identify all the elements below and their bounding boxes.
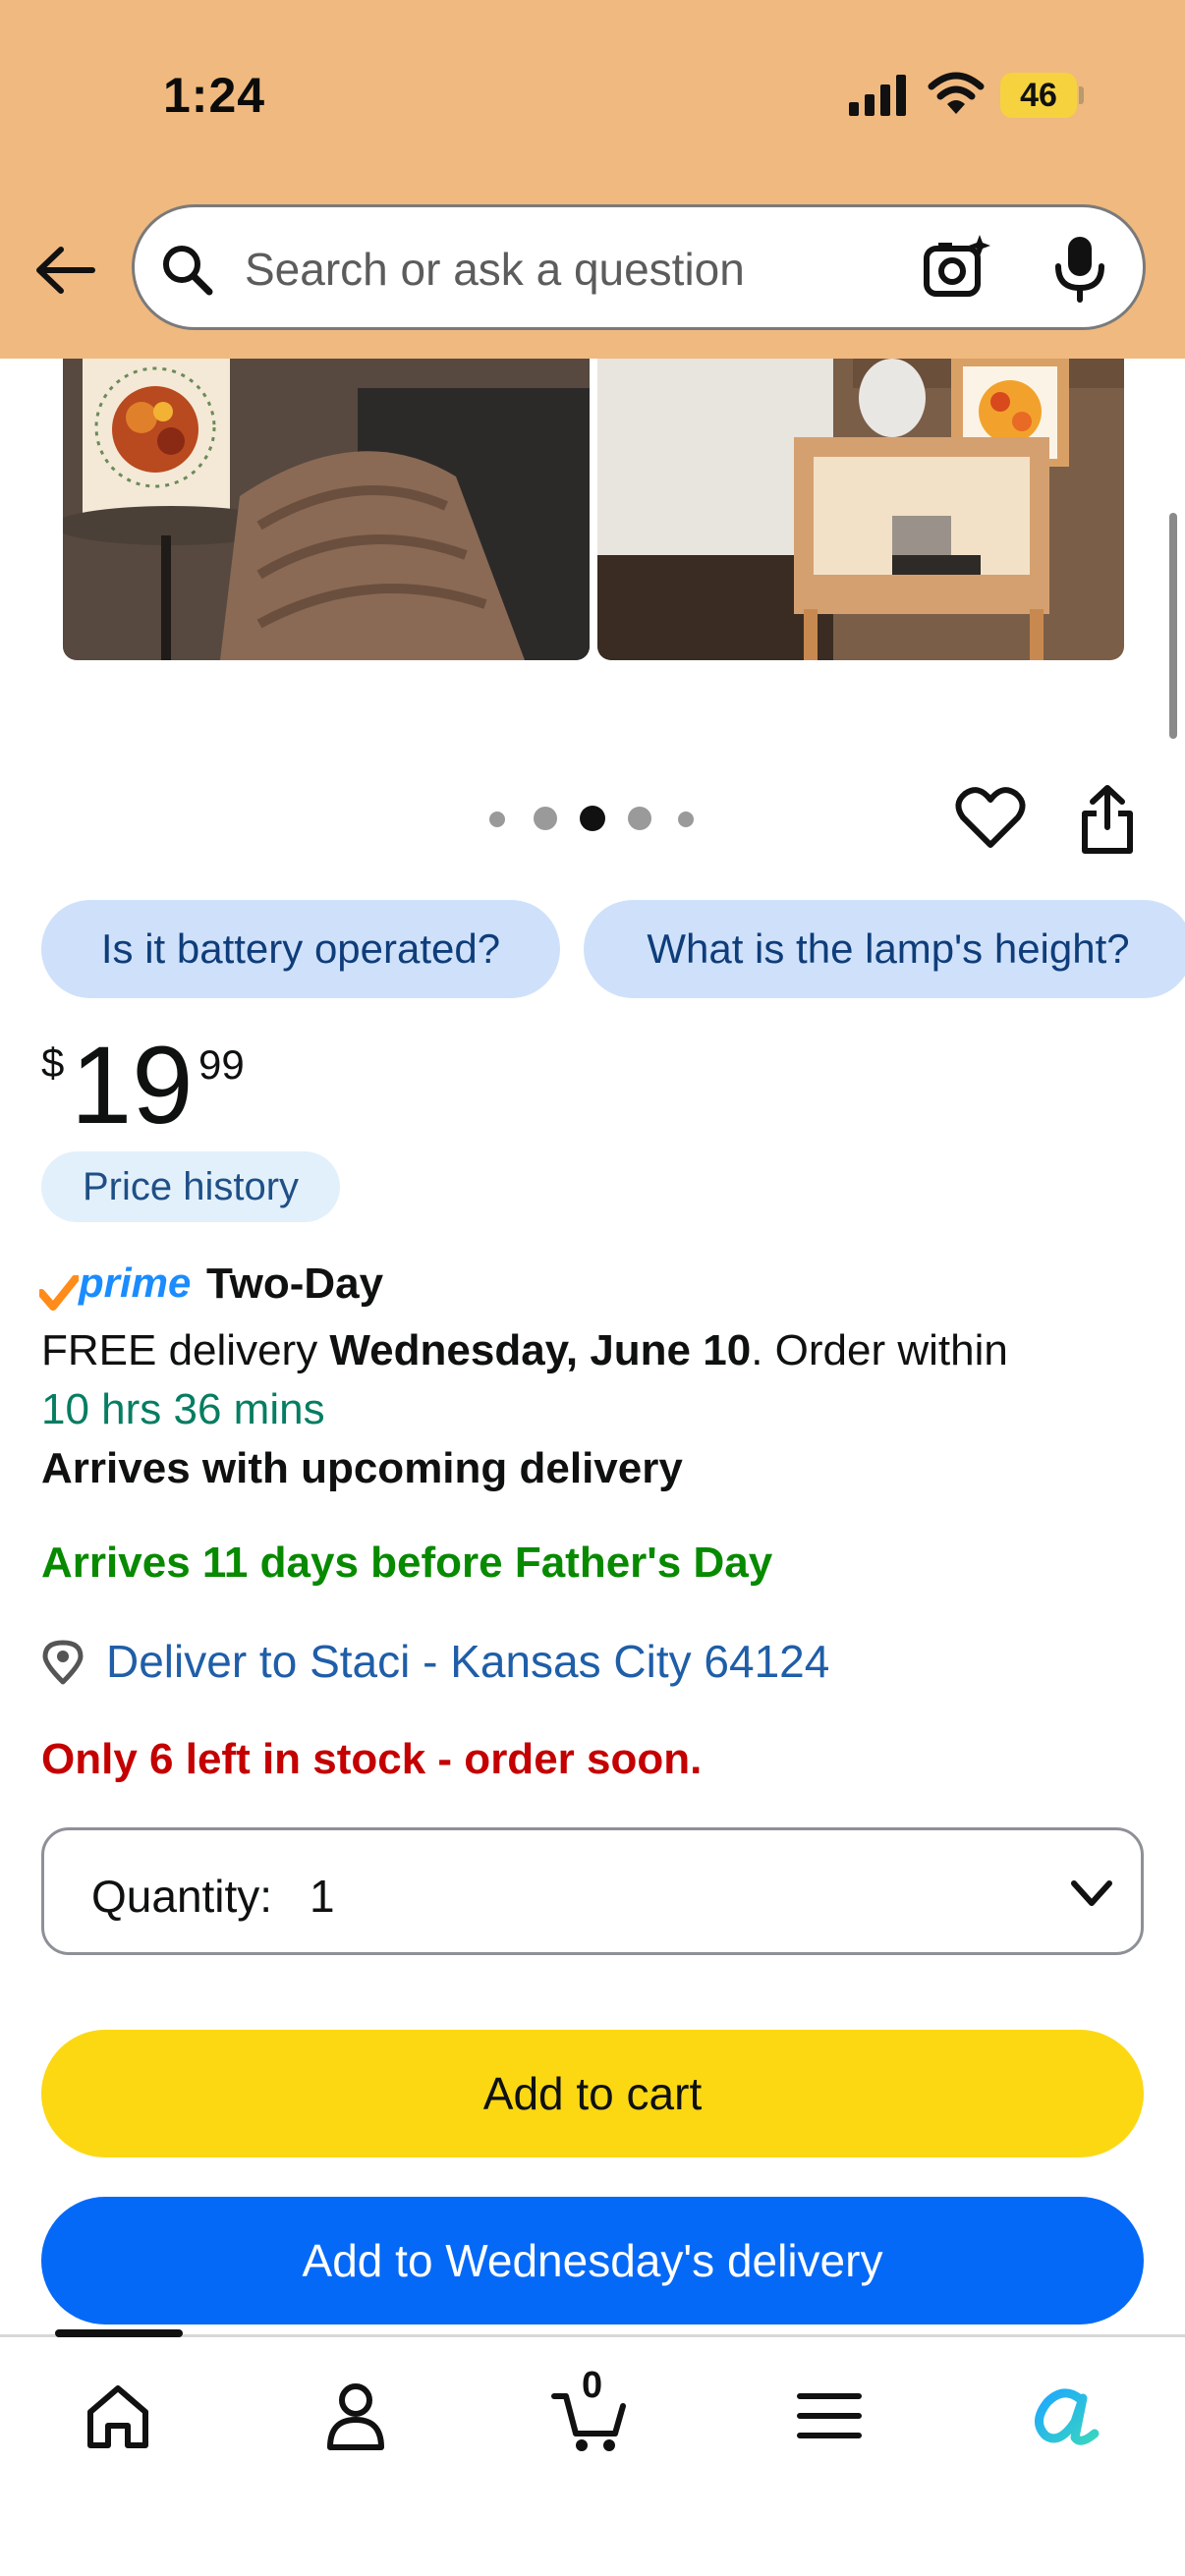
status-time: 1:24 <box>163 68 266 123</box>
carousel-dot[interactable] <box>534 807 557 830</box>
prime-logo: prime <box>79 1260 192 1306</box>
question-chip-battery[interactable]: Is it battery operated? <box>41 900 560 998</box>
carousel-dot[interactable] <box>678 812 694 827</box>
price-fraction: 99 <box>198 1041 245 1088</box>
page-scrollbar[interactable] <box>1169 513 1177 739</box>
order-countdown: 10 hrs 36 mins <box>41 1385 325 1433</box>
quantity-dropdown[interactable]: Quantity: 1 <box>41 1827 1144 1955</box>
battery-indicator: 46 <box>1000 73 1077 118</box>
account-icon[interactable] <box>316 2377 395 2455</box>
active-tab-indicator <box>55 2329 183 2337</box>
fathers-day-message: Arrives 11 days before Father's Day <box>41 1539 773 1587</box>
back-arrow-icon[interactable] <box>31 236 100 305</box>
cellular-signal-icon <box>849 75 906 116</box>
menu-icon[interactable] <box>790 2377 869 2455</box>
carousel-dot[interactable] <box>489 812 505 827</box>
prime-check-icon <box>39 1275 79 1311</box>
carousel-dot[interactable] <box>628 807 651 830</box>
home-icon[interactable] <box>79 2377 157 2455</box>
deliver-to-link[interactable]: Deliver to Staci - Kansas City 64124 <box>106 1635 829 1688</box>
wifi-icon <box>928 72 985 114</box>
order-within-text: . Order within <box>751 1326 1008 1374</box>
top-header: 1:24 46 <box>0 0 1185 359</box>
search-input[interactable] <box>243 233 993 306</box>
bottom-navigation: 0 <box>0 2329 1185 2576</box>
rufus-assistant-icon[interactable] <box>1024 2377 1102 2455</box>
camera-lens-icon[interactable] <box>921 233 991 304</box>
carousel-dot-active[interactable] <box>580 806 605 831</box>
heart-icon[interactable] <box>955 784 1026 851</box>
microphone-icon[interactable] <box>1050 233 1109 304</box>
share-icon[interactable] <box>1077 782 1138 855</box>
chevron-down-icon <box>1071 1880 1112 1906</box>
delivery-date: Wednesday, June 10 <box>329 1326 752 1374</box>
product-image-lamp[interactable] <box>63 359 590 660</box>
cart-count: 0 <box>582 2365 603 2406</box>
search-bar[interactable] <box>132 204 1146 330</box>
prime-speed: Two-Day <box>206 1260 384 1308</box>
free-delivery-text: FREE delivery <box>41 1326 330 1374</box>
product-image-nightstand[interactable] <box>597 359 1124 660</box>
location-pin-icon[interactable] <box>41 1639 85 1686</box>
arrives-upcoming-delivery: Arrives with upcoming delivery <box>41 1444 683 1492</box>
battery-tip <box>1079 86 1084 104</box>
question-chip-height[interactable]: What is the lamp's height? <box>584 900 1185 998</box>
quantity-label: Quantity: <box>91 1871 273 1922</box>
price-whole: 19 <box>71 1024 194 1147</box>
stock-warning: Only 6 left in stock - order soon. <box>41 1735 703 1783</box>
delivery-date-line: FREE delivery Wednesday, June 10. Order … <box>41 1326 1008 1375</box>
add-to-delivery-button[interactable]: Add to Wednesday's delivery <box>41 2197 1144 2324</box>
add-to-cart-button[interactable]: Add to cart <box>41 2030 1144 2157</box>
price-currency: $ <box>41 1039 65 1086</box>
price-history-button[interactable]: Price history <box>41 1151 340 1222</box>
quantity-value: 1 <box>310 1871 335 1922</box>
search-icon <box>163 246 213 296</box>
